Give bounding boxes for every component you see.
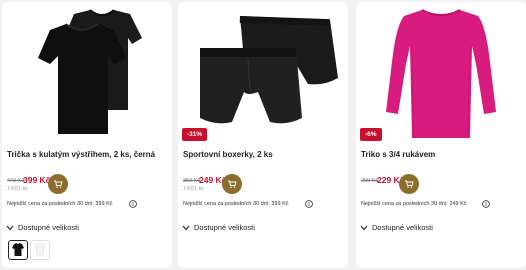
product-title[interactable]: Trička s kulatým výstřihem, 2 ks, černá	[7, 150, 169, 160]
info-icon[interactable]	[482, 200, 490, 208]
old-price: 449 Kč	[7, 178, 25, 184]
info-icon[interactable]	[129, 200, 137, 208]
lowest-price-note: Nejnižší cena za posledních 30 dní: 399 …	[183, 201, 289, 207]
product-card[interactable]: -31% Sportovní boxerky, 2 ks 359 Kč 249 …	[178, 2, 348, 268]
product-image[interactable]	[2, 2, 172, 140]
available-sizes-toggle[interactable]: Dostupné velikosti	[360, 223, 433, 232]
available-sizes-toggle[interactable]: Dostupné velikosti	[182, 223, 255, 232]
discount-badge: -6%	[360, 128, 382, 141]
chevron-down-icon	[6, 225, 14, 230]
chevron-down-icon	[360, 225, 368, 230]
available-sizes-toggle[interactable]: Dostupné velikosti	[6, 223, 79, 232]
cart-icon	[54, 180, 63, 188]
lowest-price-note: Nejnižší cena za posledních 30 dní: 249 …	[361, 201, 467, 207]
old-price: 359 Kč	[183, 178, 201, 184]
unit-price: 1 Kč/1 ks	[183, 186, 204, 192]
product-title[interactable]: Triko s 3/4 rukávem	[361, 150, 523, 160]
lowest-price-note: Nejnižší cena za posledních 30 dní: 399 …	[7, 201, 113, 207]
add-to-cart-button[interactable]	[399, 174, 419, 194]
product-card[interactable]: Trička s kulatým výstřihem, 2 ks, černá …	[2, 2, 172, 268]
cart-icon	[228, 180, 237, 188]
color-swatch-white[interactable]	[30, 240, 50, 260]
old-price: 299 Kč	[361, 178, 379, 184]
unit-price: 1 Kč/1 ks	[7, 186, 28, 192]
current-price: 399 Kč	[23, 175, 51, 185]
available-sizes-label: Dostupné velikosti	[194, 223, 255, 232]
chevron-down-icon	[182, 225, 190, 230]
add-to-cart-button[interactable]	[222, 174, 242, 194]
product-image[interactable]	[178, 2, 348, 140]
available-sizes-label: Dostupné velikosti	[18, 223, 79, 232]
cart-icon	[405, 180, 414, 188]
color-swatch-black[interactable]	[8, 240, 28, 260]
product-card[interactable]: -6% Triko s 3/4 rukávem 299 Kč 229 Kč Ne…	[356, 2, 526, 268]
info-icon[interactable]	[305, 200, 313, 208]
add-to-cart-button[interactable]	[48, 174, 68, 194]
available-sizes-label: Dostupné velikosti	[372, 223, 433, 232]
product-title[interactable]: Sportovní boxerky, 2 ks	[183, 150, 345, 160]
discount-badge: -31%	[182, 128, 208, 141]
product-image[interactable]	[356, 2, 526, 140]
